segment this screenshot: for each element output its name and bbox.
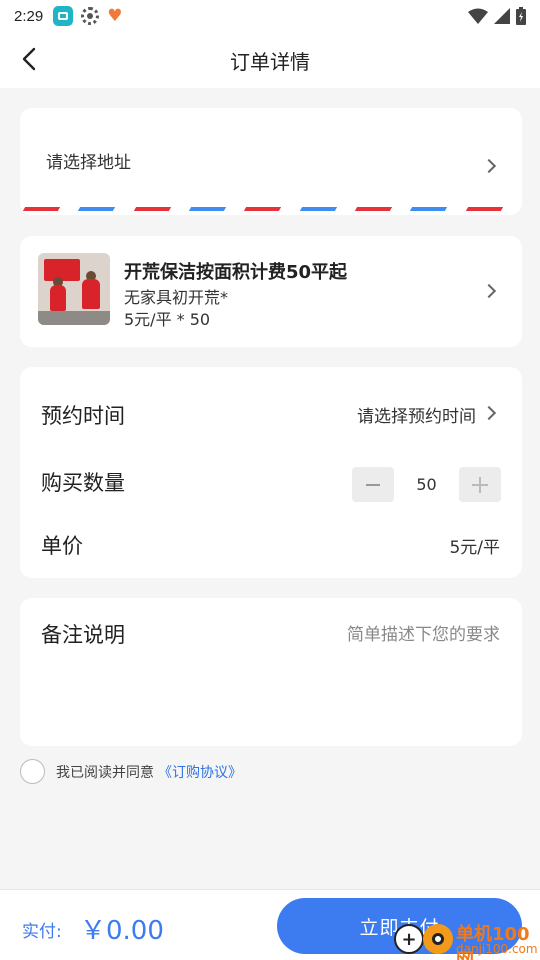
address-placeholder: 请选择地址 [46,153,131,173]
agreement-link[interactable]: 《订购协议》 [158,762,242,782]
pay-amount: ￥0.00 [80,916,164,946]
heart-icon: ♥ [107,5,123,26]
remark-label: 备注说明 [41,623,125,647]
app-icon [53,6,74,26]
chevron-right-icon [481,158,497,174]
chevron-right-icon [481,283,497,299]
watermark: + 单机100网 danji100.com [394,918,540,960]
quantity-label: 购买数量 [41,471,125,495]
quantity-stepper: 50 [352,467,501,502]
chevron-left-icon [22,47,36,71]
remark-input[interactable]: 简单描述下您的要求 [347,620,500,645]
airmail-stripe [20,207,522,211]
decrement-button[interactable] [352,467,394,502]
product-image [38,253,110,325]
gear-icon [81,7,100,25]
back-button[interactable] [14,44,44,74]
watermark-eye-icon [423,924,453,954]
wifi-icon [468,8,488,24]
watermark-plus-icon: + [394,924,424,954]
status-icons-left: ♥ [53,6,122,26]
nav-bar: 订单详情 [0,32,540,88]
chevron-right-icon [481,405,497,421]
remark-card[interactable]: 备注说明 简单描述下您的要求 [20,598,522,746]
minus-icon [366,483,380,486]
pay-label: 实付: [22,922,62,942]
increment-button[interactable] [459,467,501,502]
product-subtitle: 无家具初开荒* [124,288,229,307]
product-price: 5元/平 * 50 [124,310,211,329]
appointment-select[interactable]: 请选择预约时间 [357,402,476,427]
unit-price-value: 5元/平 [449,538,500,558]
watermark-url: danji100.com [456,942,538,956]
status-icons-right [468,7,526,25]
quantity-value[interactable]: 50 [394,475,459,494]
agreement-row: 我已阅读并同意 《订购协议》 [20,759,242,784]
unit-price-label: 单价 [41,534,83,558]
page-title: 订单详情 [230,49,310,74]
address-card[interactable]: 请选择地址 [20,108,522,215]
agreement-checkbox[interactable] [20,759,45,784]
product-card[interactable]: 开荒保洁按面积计费50平起 无家具初开荒* 5元/平 * 50 [20,236,522,347]
status-time: 2:29 [14,7,44,25]
order-form-card: 预约时间 请选择预约时间 购买数量 50 单价 5元/平 [20,367,522,578]
plus-icon [472,476,488,493]
battery-icon [516,7,526,25]
agreement-text: 我已阅读并同意 [56,764,154,781]
appointment-label: 预约时间 [41,404,125,428]
status-bar: 2:29 ♥ [0,0,540,32]
product-title: 开荒保洁按面积计费50平起 [124,262,348,283]
signal-icon [494,8,510,24]
